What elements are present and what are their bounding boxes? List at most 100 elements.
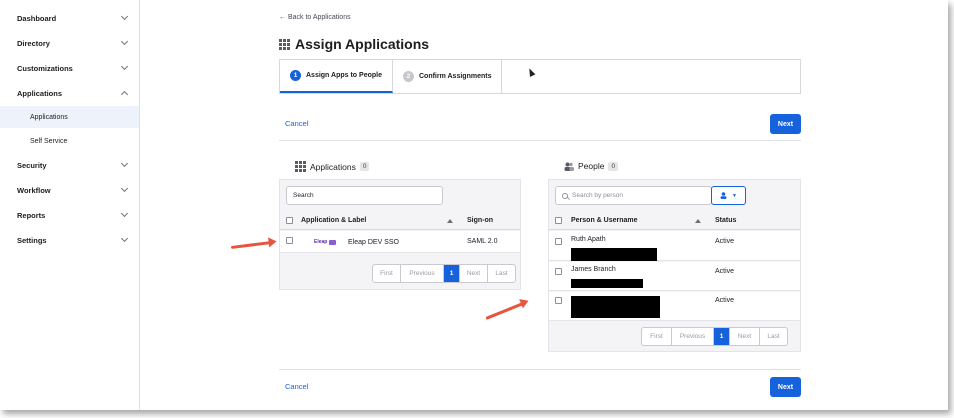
table-row[interactable]: Eleap Eleap DEV SSO SAML 2.0 <box>280 231 520 253</box>
pager-first[interactable]: First <box>642 328 672 345</box>
app-row-checkbox[interactable] <box>286 237 293 244</box>
pager-next[interactable]: Next <box>730 328 760 345</box>
sidebar-item-label: Settings <box>17 235 47 245</box>
person-status: Active <box>715 238 735 245</box>
chevron-up-icon <box>120 90 129 99</box>
app-logo-text: Eleap <box>314 239 328 245</box>
sidebar-item-reports[interactable]: Reports <box>0 203 139 227</box>
step-number: 1 <box>290 70 301 81</box>
page-header: Assign Applications <box>279 36 429 52</box>
wizard-steps: 1 Assign Apps to People 2 Confirm Assign… <box>279 59 801 94</box>
sidebar-item-label: Directory <box>17 38 50 48</box>
people-pagination: First Previous 1 Next Last <box>641 327 788 346</box>
page-title: Assign Applications <box>295 36 430 52</box>
divider <box>279 369 801 370</box>
people-title: People <box>578 161 605 171</box>
app-logo: Eleap <box>314 239 337 245</box>
chevron-down-icon <box>120 209 129 218</box>
sidebar-item-customizations[interactable]: Customizations <box>0 56 139 80</box>
pager-next[interactable]: Next <box>460 265 488 282</box>
applications-search-input[interactable]: Search <box>286 186 443 205</box>
chevron-down-icon <box>120 184 129 193</box>
divider <box>279 140 801 141</box>
person-status: Active <box>715 297 735 304</box>
chevron-down-icon <box>120 12 129 21</box>
table-row[interactable]: Active <box>549 292 800 321</box>
column-header-sign-on: Sign-on <box>467 217 494 224</box>
sidebar-subitem-label: Self Service <box>30 137 68 145</box>
sidebar-item-label: Applications <box>17 88 63 98</box>
back-to-applications-link[interactable]: ← Back to Applications <box>279 14 351 21</box>
column-header-person-username[interactable]: Person & Username <box>571 217 638 224</box>
table-row[interactable]: Ruth Apath Active <box>549 231 800 261</box>
person-filter-dropdown[interactable]: ▼ <box>711 186 746 205</box>
sidebar-item-label: Security <box>17 160 47 170</box>
chevron-down-icon <box>120 37 129 46</box>
people-panel-title: People 0 <box>564 161 619 171</box>
people-count-badge: 0 <box>608 161 619 171</box>
redacted-username <box>571 279 643 288</box>
app-signon: SAML 2.0 <box>467 238 498 245</box>
sidebar-subitem-self-service[interactable]: Self Service <box>0 130 139 152</box>
app-name: Eleap DEV SSO <box>348 239 399 246</box>
pager-previous[interactable]: Previous <box>672 328 714 345</box>
person-name: James Branch <box>571 266 616 273</box>
people-search-placeholder: Search by person <box>572 192 623 199</box>
pager-current-page[interactable]: 1 <box>714 328 730 345</box>
applications-table-header: Application & Label Sign-on <box>280 212 520 230</box>
app-logo-icon <box>329 239 337 245</box>
pager-previous[interactable]: Previous <box>401 265 444 282</box>
sort-asc-icon[interactable] <box>695 219 701 223</box>
sidebar-item-applications[interactable]: Applications <box>0 81 139 105</box>
annotation-arrow-icon <box>230 241 271 249</box>
step-assign-apps[interactable]: 1 Assign Apps to People <box>280 60 393 93</box>
sidebar-item-dashboard[interactable]: Dashboard <box>0 6 139 30</box>
applications-title: Applications <box>310 161 356 172</box>
step-confirm-assignments[interactable]: 2 Confirm Assignments <box>393 60 503 93</box>
cancel-button-bottom[interactable]: Cancel <box>285 382 308 391</box>
column-header-app-label[interactable]: Application & Label <box>301 217 366 224</box>
select-all-people-checkbox[interactable] <box>555 217 562 224</box>
pager-current-page[interactable]: 1 <box>444 265 460 282</box>
people-panel: Search by person ▼ Person & Username Sta… <box>548 179 801 352</box>
redacted-person <box>571 296 660 318</box>
sidebar-subitem-label: Applications <box>30 113 68 121</box>
next-button-top[interactable]: Next <box>770 114 801 134</box>
sidebar-subitem-applications[interactable]: Applications <box>0 106 139 128</box>
chevron-down-icon: ▼ <box>732 192 737 199</box>
apps-grid-icon <box>279 38 290 50</box>
pager-first[interactable]: First <box>373 265 401 282</box>
people-table-header: Person & Username Status <box>549 212 800 230</box>
people-search-input[interactable]: Search by person <box>555 186 712 205</box>
sidebar-item-workflow[interactable]: Workflow <box>0 178 139 202</box>
annotation-arrow-icon <box>485 302 524 320</box>
step-label: Assign Apps to People <box>306 72 382 79</box>
sidebar-item-security[interactable]: Security <box>0 153 139 177</box>
person-row-checkbox[interactable] <box>555 268 562 275</box>
step-number: 2 <box>402 71 414 82</box>
chevron-down-icon <box>120 159 129 168</box>
sidebar-item-label: Workflow <box>17 185 51 195</box>
apps-grid-icon <box>295 161 306 172</box>
table-row[interactable]: James Branch Active <box>549 262 800 291</box>
next-button-bottom[interactable]: Next <box>770 377 801 397</box>
redacted-username <box>571 248 657 261</box>
chevron-down-icon <box>120 234 129 243</box>
select-all-apps-checkbox[interactable] <box>286 217 293 224</box>
search-icon <box>562 192 568 199</box>
cancel-button-top[interactable]: Cancel <box>285 119 308 128</box>
sidebar: Dashboard Directory Customizations Appli… <box>0 0 140 410</box>
applications-pagination: First Previous 1 Next Last <box>372 264 516 283</box>
applications-count-badge: 0 <box>359 162 370 171</box>
sidebar-item-directory[interactable]: Directory <box>0 31 139 55</box>
sidebar-item-settings[interactable]: Settings <box>0 228 139 252</box>
column-header-status: Status <box>715 217 737 224</box>
pager-last[interactable]: Last <box>760 328 787 345</box>
person-row-checkbox[interactable] <box>555 297 562 304</box>
person-row-checkbox[interactable] <box>555 238 562 245</box>
sidebar-item-label: Reports <box>17 210 46 220</box>
step-label: Confirm Assignments <box>418 73 492 80</box>
sort-asc-icon[interactable] <box>447 219 453 223</box>
applications-panel-title: Applications 0 <box>295 161 370 172</box>
pager-last[interactable]: Last <box>488 265 515 282</box>
